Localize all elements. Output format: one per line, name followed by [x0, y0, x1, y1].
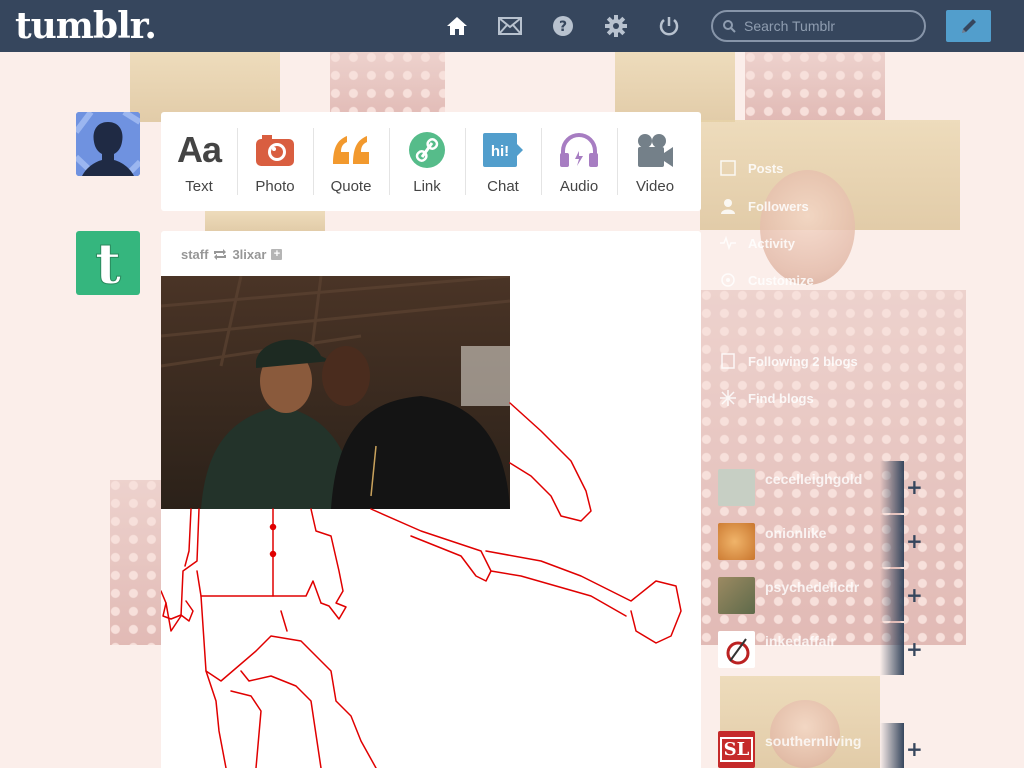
followers-icon	[721, 199, 735, 214]
search-box[interactable]	[711, 10, 926, 42]
svg-text:?: ?	[559, 19, 567, 35]
blog-name: cecelleighgold	[765, 471, 863, 487]
recommended-blog[interactable]: SL southernliving +	[718, 723, 923, 768]
customize-icon	[721, 273, 735, 287]
text-icon: Aa	[176, 129, 222, 170]
staff-avatar[interactable]: t	[76, 231, 140, 295]
search-icon	[723, 19, 736, 33]
blog-avatar	[718, 631, 755, 668]
camera-icon	[254, 130, 296, 170]
video-camera-icon	[634, 130, 676, 170]
pencil-icon	[961, 19, 976, 33]
sidebar-item-activity[interactable]: Activity	[720, 235, 795, 251]
follow-plus-icon[interactable]: +	[906, 475, 923, 499]
sidebar-item-customize[interactable]: Customize	[720, 272, 814, 288]
compose-button[interactable]	[946, 10, 991, 42]
fade-overlay	[880, 723, 904, 768]
post-type-link[interactable]: Link	[389, 112, 465, 211]
tumblr-logo[interactable]: tumblr.	[15, 5, 157, 47]
power-icon[interactable]	[657, 14, 681, 38]
home-icon[interactable]	[445, 14, 469, 38]
doodle-drawing	[161, 402, 682, 768]
sidebar-item-label: Customize	[748, 272, 814, 288]
follow-plus-icon[interactable]: +	[906, 637, 923, 661]
recommended-blog[interactable]: psychedelicdr +	[718, 569, 923, 621]
post-type-label: Chat	[487, 178, 519, 195]
sidebar-item-label: Activity	[748, 235, 795, 251]
blog-name: onionlike	[765, 525, 827, 541]
sidebar-item-posts[interactable]: Posts	[720, 160, 783, 176]
post-type-quote[interactable]: Quote	[313, 112, 389, 211]
post-type-label: Video	[635, 178, 675, 195]
follow-plus-icon[interactable]: +	[906, 583, 923, 607]
blog-name: psychedelicdr	[765, 579, 860, 595]
posts-icon	[720, 160, 736, 176]
fade-overlay	[880, 515, 904, 567]
sidebar-item-followers[interactable]: Followers	[720, 198, 809, 214]
mail-icon[interactable]	[498, 14, 522, 38]
blog-avatar-text: SL	[719, 737, 754, 762]
post-card: staff 3lixar +	[161, 231, 701, 768]
sidebar-item-find-blogs[interactable]: Find blogs	[720, 390, 814, 406]
help-icon[interactable]: ?	[551, 14, 575, 38]
post-type-video[interactable]: Video	[617, 112, 693, 211]
sidebar-item-label: Followers	[748, 198, 809, 214]
blog-avatar	[718, 469, 755, 506]
chat-icon: hi!	[482, 130, 524, 170]
headphones-icon	[558, 130, 600, 170]
post-type-label: Photo	[255, 178, 295, 195]
following-icon	[721, 353, 735, 369]
sidebar-item-label: Following 2 blogs	[748, 353, 858, 369]
top-bar: tumblr. ?	[0, 0, 1024, 52]
sidebar-item-following[interactable]: Following 2 blogs	[720, 353, 858, 369]
recommended-blog[interactable]: onionlike +	[718, 515, 923, 567]
quote-icon	[330, 130, 372, 170]
tumblr-t-icon: t	[95, 237, 122, 289]
sidebar-item-label: Find blogs	[748, 390, 814, 406]
post-type-label: Quote	[330, 178, 372, 195]
recommended-blog[interactable]: cecelleighgold +	[718, 461, 923, 513]
blog-avatar: SL	[718, 731, 755, 768]
sidebar-item-label: Posts	[748, 160, 784, 176]
follow-plus-icon[interactable]: +	[906, 737, 923, 761]
fade-overlay	[880, 623, 904, 675]
activity-icon	[720, 235, 736, 251]
blog-name: inkedaffair	[765, 633, 836, 649]
find-blogs-icon	[720, 390, 736, 406]
post-type-photo[interactable]: Photo	[237, 112, 313, 211]
post-type-text[interactable]: Aa Text	[161, 112, 237, 211]
fade-overlay	[880, 569, 904, 621]
post-type-bar: Aa Text Photo Quote Link hi! Chat Audio	[161, 112, 701, 211]
follow-plus-icon[interactable]: +	[906, 529, 923, 553]
post-type-chat[interactable]: hi! Chat	[465, 112, 541, 211]
search-input[interactable]	[744, 18, 914, 34]
post-type-label: Audio	[559, 178, 599, 195]
gear-icon[interactable]	[604, 14, 628, 38]
svg-text:hi!: hi!	[491, 143, 509, 160]
link-icon	[406, 130, 448, 170]
svg-text:t: t	[95, 237, 121, 289]
post-type-label: Link	[413, 178, 441, 195]
recommended-blog[interactable]: inkedaffair +	[718, 623, 923, 675]
blog-avatar	[718, 523, 755, 560]
user-avatar[interactable]	[76, 112, 140, 176]
post-type-audio[interactable]: Audio	[541, 112, 617, 211]
blog-avatar	[718, 577, 755, 614]
post-type-label: Text	[185, 178, 213, 195]
fade-overlay	[880, 461, 904, 513]
blog-name: southernliving	[765, 733, 862, 749]
